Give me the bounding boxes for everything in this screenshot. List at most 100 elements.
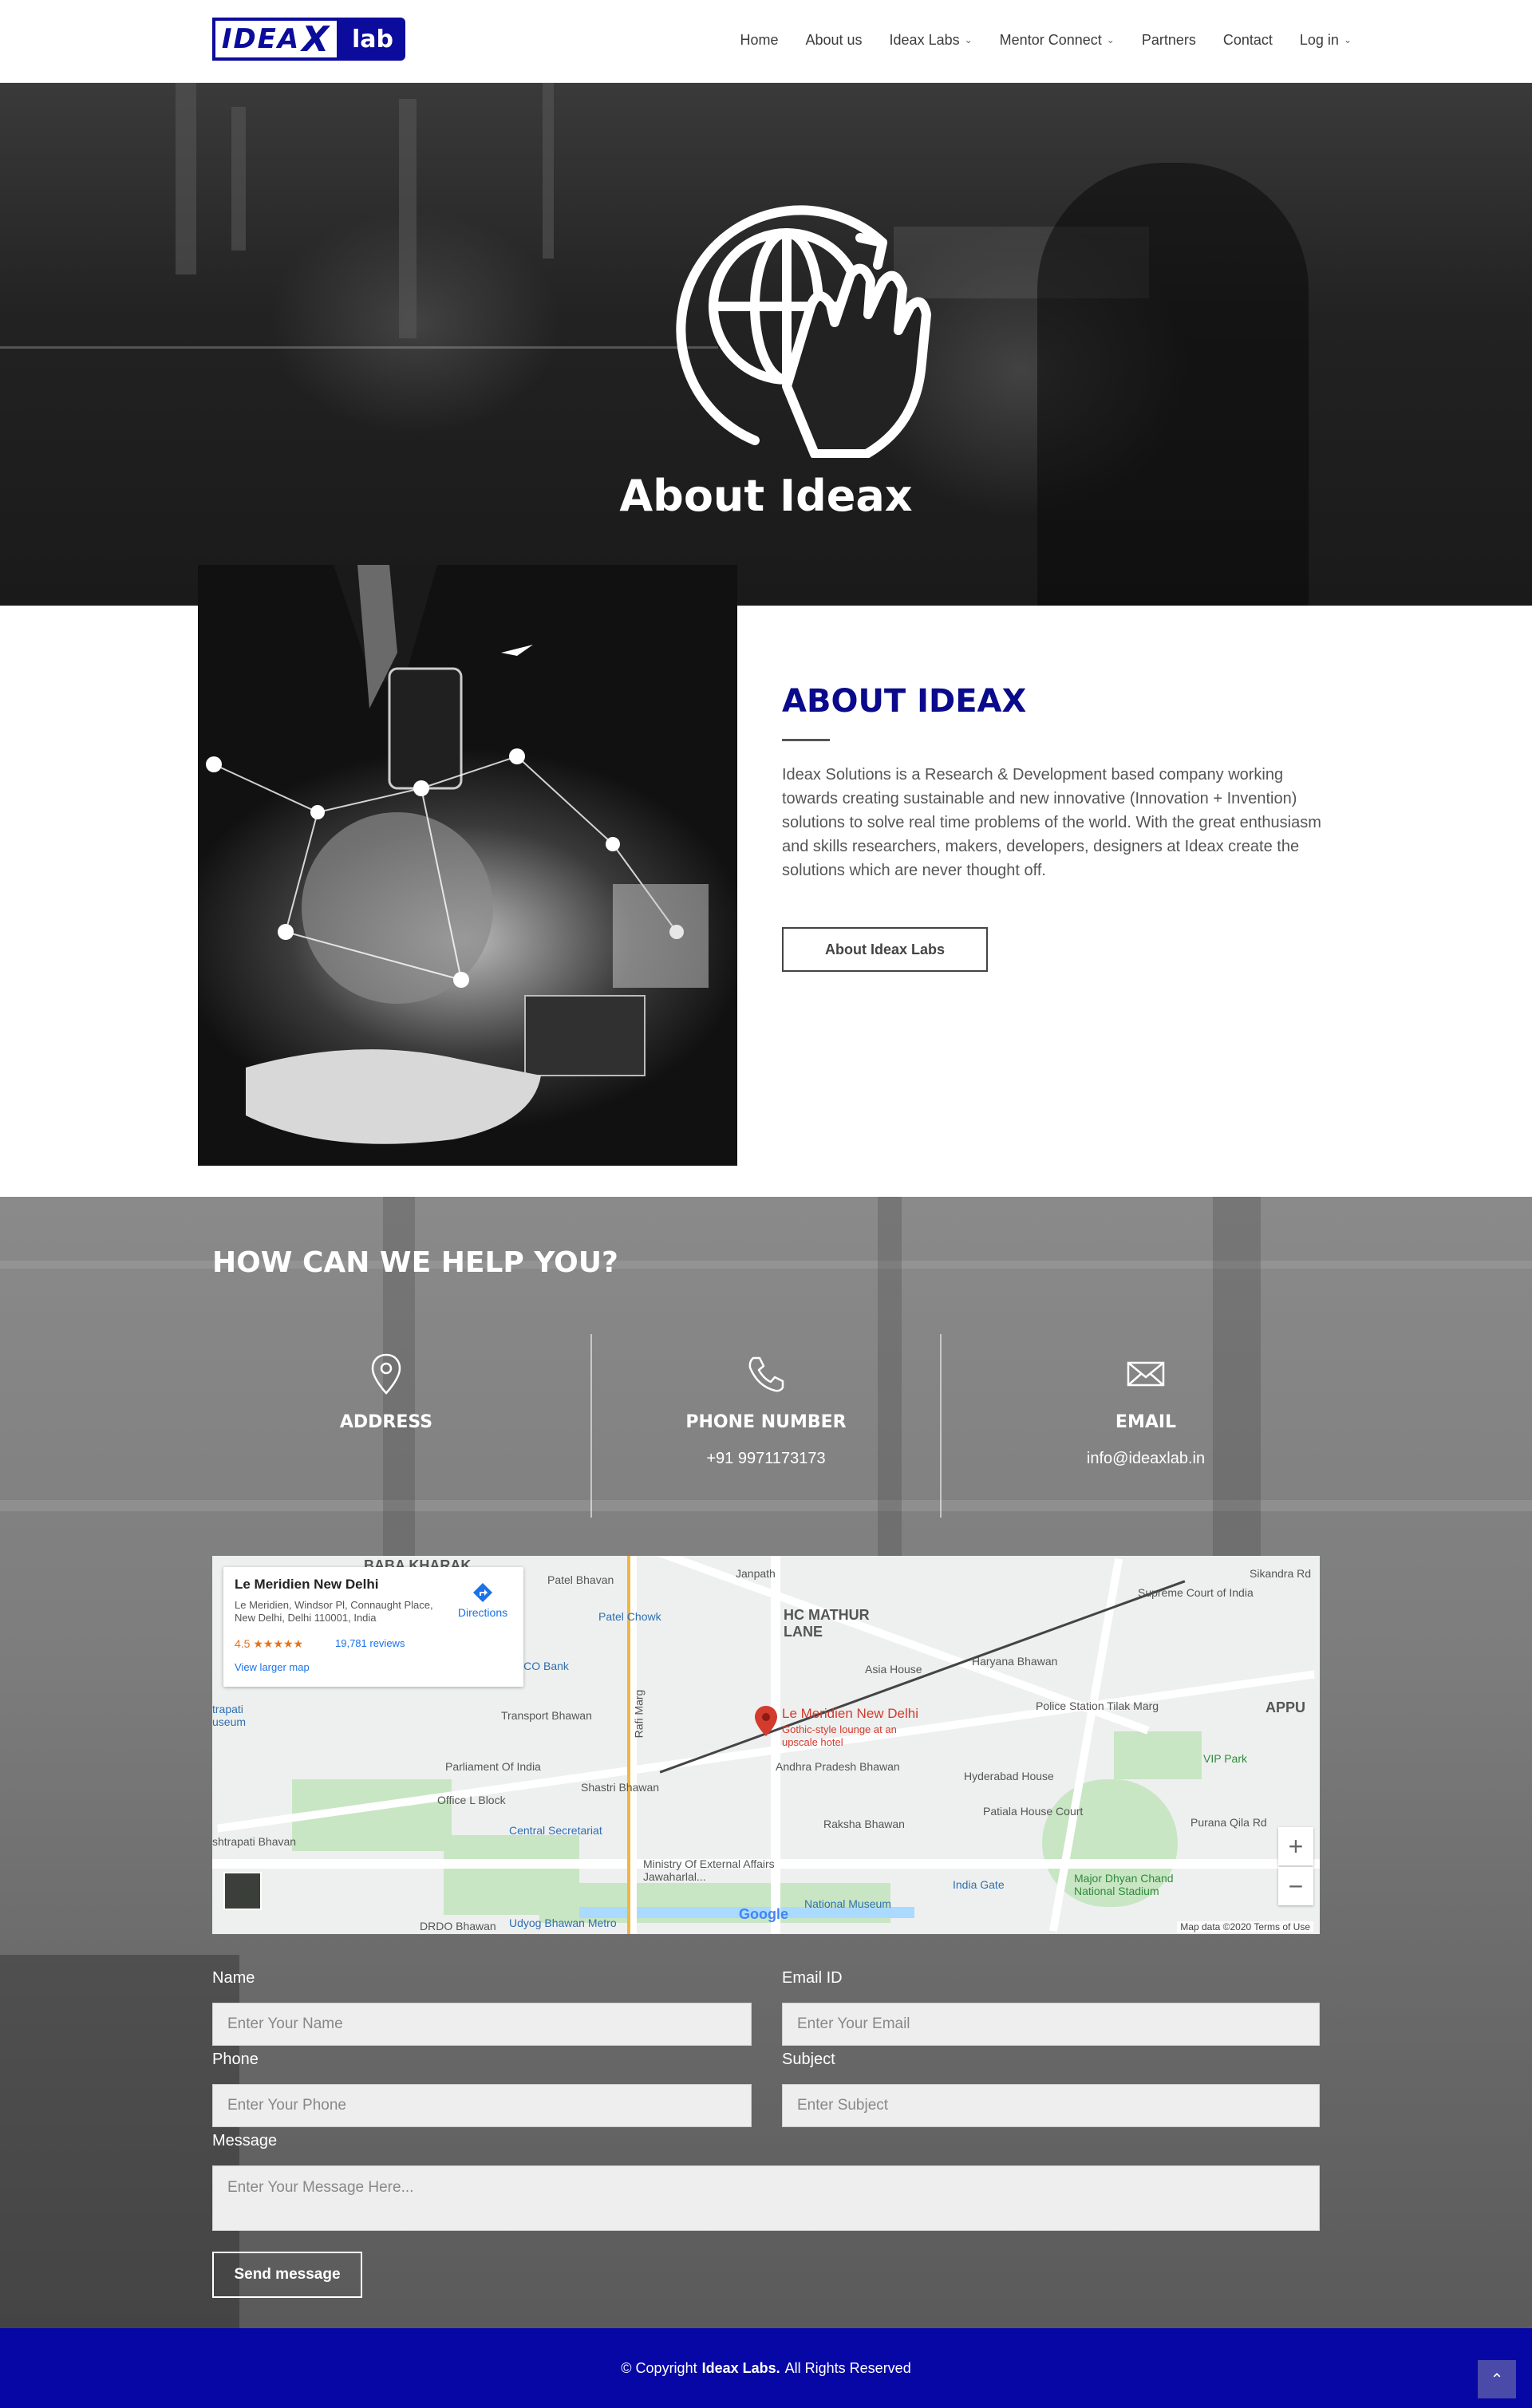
nav-ideax-labs[interactable]: Ideax Labs ⌄ (890, 32, 973, 49)
map-label: Supreme Court of India (1138, 1586, 1254, 1599)
nav-log-in-label: Log in (1299, 31, 1339, 48)
chevron-down-icon: ⌄ (964, 34, 973, 45)
subject-input[interactable]: Enter Subject (782, 2084, 1320, 2127)
map-label: HC MATHUR LANE (784, 1607, 870, 1640)
map-pin-description: Gothic-style lounge at an upscale hotel (782, 1723, 897, 1748)
zoom-out-button[interactable]: − (1278, 1867, 1313, 1905)
map-reviews-link[interactable]: 19,781 reviews (335, 1637, 405, 1649)
message-label: Message (212, 2132, 278, 2149)
main-nav: Home About us Ideax Labs ⌄ Mentor Connect… (740, 0, 1352, 80)
google-map[interactable]: BABA KHARAK Patel Bhavan Patel Chowk Jan… (212, 1556, 1320, 1934)
view-larger-map-link[interactable]: View larger map (235, 1661, 310, 1673)
copyright-suffix: All Rights Reserved (784, 2359, 911, 2376)
map-info-card: Le Meridien New Delhi Le Meridien, Winds… (223, 1567, 523, 1687)
hero-title: About Ideax (619, 471, 913, 521)
email-input[interactable]: Enter Your Email (782, 2003, 1320, 2046)
nav-ideax-labs-label: Ideax Labs (889, 31, 960, 48)
location-pin-icon (371, 1353, 401, 1395)
email-block: EMAIL info@ideaxlab.in (972, 1334, 1320, 1516)
map-label: Transport Bhawan (501, 1709, 592, 1722)
map-label: Rafi Marg (632, 1689, 646, 1739)
nav-home[interactable]: Home (740, 32, 778, 49)
map-label: Central Secretariat (509, 1824, 602, 1837)
bg-figure (1037, 163, 1309, 606)
nav-contact[interactable]: Contact (1223, 32, 1273, 49)
heading-underline (782, 739, 830, 741)
about-ideax-labs-button[interactable]: About Ideax Labs (782, 927, 988, 972)
phone-input[interactable]: Enter Your Phone (212, 2084, 752, 2127)
directions-icon (473, 1583, 492, 1602)
map-label: UCO Bank (515, 1660, 569, 1672)
bg-lamp (399, 99, 417, 338)
map-label: Office L Block (437, 1794, 506, 1806)
send-message-button[interactable]: Send message (212, 2252, 362, 2298)
map-label: VIP Park (1203, 1752, 1247, 1765)
logo-ideax-box: IDEA X (212, 18, 340, 61)
map-label: Haryana Bhawan (972, 1655, 1058, 1668)
phone-value[interactable]: +91 9971173173 (592, 1450, 940, 1468)
map-label: Patel Bhavan (547, 1573, 614, 1586)
email-value[interactable]: info@ideaxlab.in (972, 1450, 1320, 1468)
nav-partners[interactable]: Partners (1142, 32, 1196, 49)
contact-section: HOW CAN WE HELP YOU? ADDRESS PHONE NUMBE… (0, 1197, 1532, 2328)
name-label: Name (212, 1969, 255, 1987)
address-label: ADDRESS (339, 1412, 433, 1432)
copyright-prefix: © Copyright (621, 2359, 697, 2376)
nav-mentor-connect[interactable]: Mentor Connect ⌄ (1000, 32, 1115, 49)
map-label: shtrapati Bhavan (212, 1835, 297, 1848)
network-hand-illustration (206, 565, 709, 1144)
nav-log-in[interactable]: Log in ⌄ (1300, 32, 1352, 49)
back-to-top-button[interactable]: ⌃ (1478, 2360, 1516, 2398)
envelope-icon (1127, 1361, 1165, 1387)
map-pin-name: Le Meridien New Delhi (782, 1706, 919, 1721)
phone-label-form: Phone (212, 2051, 259, 2068)
column-divider (940, 1334, 942, 1518)
phone-block: PHONE NUMBER +91 9971173173 (592, 1334, 940, 1516)
map-label: Shastri Bhawan (581, 1781, 660, 1794)
zoom-in-button[interactable]: + (1278, 1827, 1313, 1865)
map-label: APPU (1265, 1699, 1306, 1715)
chevron-down-icon: ⌄ (1106, 34, 1115, 45)
phone-icon (748, 1356, 784, 1392)
map-label: Janpath (736, 1567, 776, 1580)
about-description: Ideax Solutions is a Research & Developm… (782, 766, 1321, 879)
email-label: EMAIL (1115, 1412, 1177, 1432)
nav-partners-label: Partners (1141, 31, 1196, 48)
satellite-toggle[interactable] (223, 1872, 262, 1910)
message-textarea[interactable]: Enter Your Message Here... (212, 2165, 1320, 2231)
globe-hand-icon (676, 205, 931, 458)
map-label: Patiala House Court (983, 1805, 1084, 1818)
bg-shadow (0, 1955, 239, 2328)
help-title: HOW CAN WE HELP YOU? (212, 1246, 618, 1279)
map-label: Patel Chowk (598, 1610, 661, 1623)
map-label: Hyderabad House (964, 1770, 1054, 1782)
site-logo[interactable]: IDEA X lab (212, 18, 405, 61)
bg-lamp (176, 83, 196, 274)
footer: © Copyright Ideax Labs. All Rights Reser… (0, 2328, 1532, 2408)
name-input[interactable]: Enter Your Name (212, 2003, 752, 2046)
directions-button[interactable]: Directions (455, 1581, 511, 1619)
logo-x-text: X (302, 18, 331, 60)
navbar: IDEA X lab Home About us Ideax Labs ⌄ Ment… (0, 0, 1532, 83)
map-label: Major Dhyan Chand National Stadium (1074, 1872, 1174, 1897)
logo-lab-text: lab (340, 18, 405, 61)
map-place-name: Le Meridien New Delhi (235, 1577, 379, 1592)
map-rating: 4.5 ★★★★★ (235, 1637, 304, 1650)
nav-about-us[interactable]: About us (805, 32, 862, 49)
map-label: Police Station Tilak Marg (1036, 1699, 1159, 1712)
copyright-brand: Ideax Labs. (701, 2359, 780, 2376)
nav-contact-label: Contact (1222, 31, 1273, 48)
map-label: India Gate (953, 1878, 1005, 1891)
directions-label: Directions (457, 1606, 508, 1619)
nav-about-us-label: About us (805, 31, 863, 48)
about-heading: ABOUT IDEAX (782, 683, 1027, 720)
map-label: Purana Qila Rd (1190, 1816, 1267, 1829)
map-label: Raksha Bhawan (823, 1818, 905, 1830)
map-label: trapati useum (212, 1703, 247, 1728)
map-pin-icon[interactable] (755, 1706, 777, 1736)
bg-shelf-line (0, 346, 718, 349)
map-attribution[interactable]: Map data ©2020 Terms of Use (1177, 1921, 1313, 1932)
map-label: Asia House (865, 1663, 922, 1676)
bg-lamp (231, 107, 246, 251)
about-image (198, 565, 737, 1166)
